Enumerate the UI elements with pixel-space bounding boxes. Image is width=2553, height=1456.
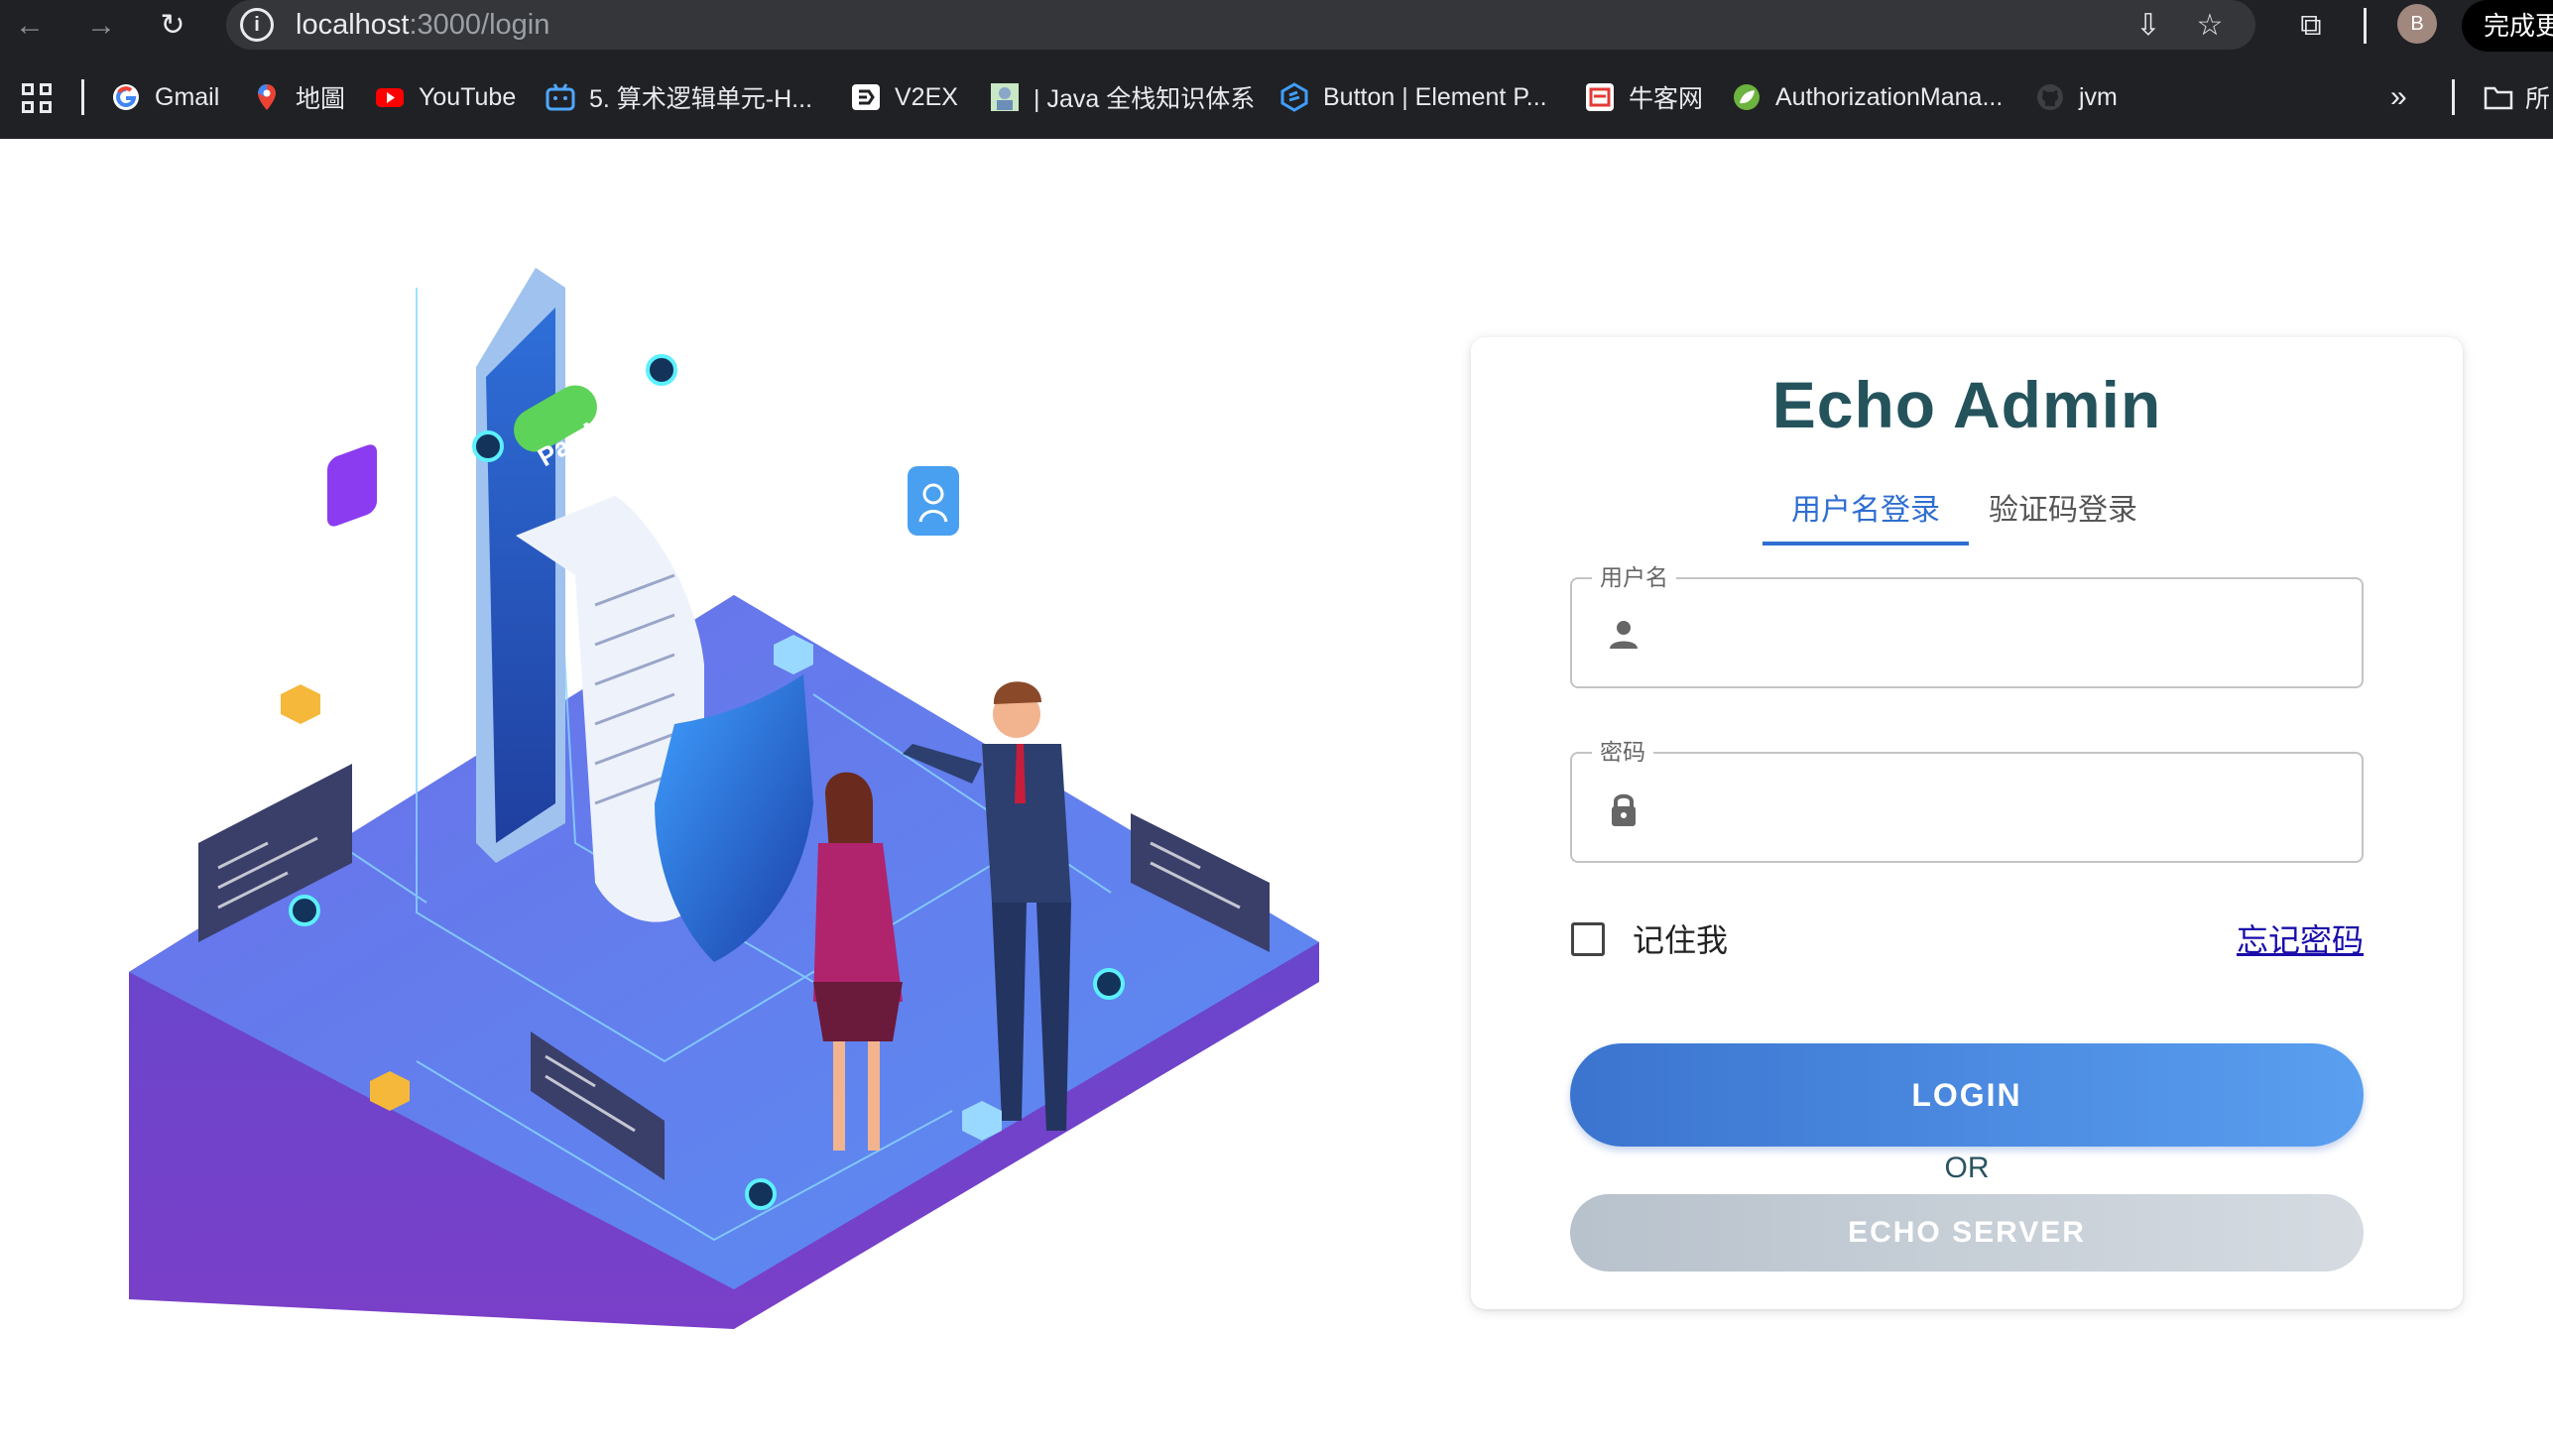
back-arrow-icon[interactable]: ← xyxy=(10,6,50,46)
google-icon xyxy=(113,84,139,110)
bookmark-label: jvm xyxy=(2079,82,2118,111)
lock-icon xyxy=(1612,793,1636,826)
bookmark-gmail[interactable]: Gmail xyxy=(111,77,219,117)
url-host: localhost xyxy=(296,9,410,41)
bookmark-label: Button | Element P... xyxy=(1323,82,1547,111)
bookmark-youtube[interactable]: YouTube xyxy=(375,77,516,117)
node-dot xyxy=(472,430,504,462)
extensions-icon[interactable]: ⧉ xyxy=(2291,6,2331,46)
bookmarks-divider xyxy=(81,79,84,115)
app-title: Echo Admin xyxy=(1771,368,2162,441)
echo-server-button[interactable]: ECHO SERVER xyxy=(1570,1194,2364,1272)
bookmark-label: YouTube xyxy=(419,82,517,111)
username-field[interactable]: 用户名 xyxy=(1570,563,2364,688)
username-label: 用户名 xyxy=(1592,563,1676,591)
login-button[interactable]: LOGIN xyxy=(1570,1043,2364,1147)
password-label: 密码 xyxy=(1592,738,1653,766)
bookmark-maps[interactable]: 地圖 xyxy=(252,77,345,117)
bookmark-java[interactable]: | Java 全栈知识体系 xyxy=(990,77,1255,117)
site-info-icon[interactable]: i xyxy=(240,8,274,42)
bookmark-label: V2EX xyxy=(895,82,958,111)
username-input[interactable] xyxy=(1661,599,2346,668)
github-icon xyxy=(2037,84,2063,110)
spring-icon xyxy=(1734,84,1760,110)
node-dot xyxy=(289,895,320,926)
bookmark-label: | Java 全栈知识体系 xyxy=(1033,85,1256,113)
url-text[interactable]: localhost:3000/login xyxy=(296,6,549,44)
forgot-password-link[interactable]: 忘记密码 xyxy=(2237,920,2364,960)
remember-me-checkbox[interactable] xyxy=(1571,922,1605,956)
bookmark-element[interactable]: Button | Element P... xyxy=(1279,77,1547,117)
tab-active-indicator xyxy=(1763,542,1969,546)
bookmark-label: AuthorizationMana... xyxy=(1775,82,2004,111)
bookmarks-folder[interactable]: 所 xyxy=(2484,79,2550,115)
v2ex-icon xyxy=(852,84,880,110)
bilibili-icon xyxy=(546,83,575,111)
tab-code-login[interactable]: 验证码登录 xyxy=(1979,476,2147,546)
password-field[interactable]: 密码 xyxy=(1570,738,2364,863)
or-divider-text: OR xyxy=(1944,1152,1990,1184)
node-dot xyxy=(1093,968,1125,1000)
security-payment-illustration: Pay Now xyxy=(129,268,1319,1329)
node-dot xyxy=(646,354,677,386)
maps-icon xyxy=(258,84,276,110)
apps-grid-icon[interactable] xyxy=(22,83,52,113)
install-app-icon[interactable]: ⇩ xyxy=(2128,6,2168,46)
bookmark-authorization[interactable]: AuthorizationMana... xyxy=(1732,77,2003,117)
bookmark-label: 牛客网 xyxy=(1629,85,1704,113)
gear-badge-icon xyxy=(327,444,377,589)
password-input[interactable] xyxy=(1661,774,2346,843)
bookmark-v2ex[interactable]: V2EX xyxy=(851,77,958,117)
folder-icon xyxy=(2484,86,2513,110)
bookmark-jvm[interactable]: jvm xyxy=(2035,77,2118,117)
bookmarks-divider xyxy=(2452,79,2455,115)
login-card: Echo Admin 用户名登录 验证码登录 用户名 密码 记住我 忘记密码 L… xyxy=(1471,337,2463,1309)
nowcoder-icon xyxy=(1586,83,1614,111)
update-button[interactable]: 完成更 xyxy=(2462,0,2553,52)
cube-icon xyxy=(281,684,320,724)
element-plus-icon xyxy=(1280,82,1308,112)
toolbar-divider xyxy=(2364,8,2367,44)
bookmark-label: 地圖 xyxy=(296,85,346,113)
browser-toolbar: ← → ↻ i localhost:3000/login ⇩ ☆ ⧉ B 完成更 xyxy=(0,0,2553,52)
chevron-double-right-icon[interactable]: » xyxy=(2390,77,2407,117)
tab-username-login[interactable]: 用户名登录 xyxy=(1763,476,1969,546)
java-doc-icon xyxy=(991,83,1019,111)
node-dot xyxy=(745,1178,777,1210)
youtube-icon xyxy=(376,88,404,107)
user-badge-icon xyxy=(908,466,959,536)
bookmarks-folder-label: 所 xyxy=(2525,85,2551,113)
person-icon xyxy=(1610,621,1638,649)
remember-me-label[interactable]: 记住我 xyxy=(1633,920,1728,960)
bookmark-label: Gmail xyxy=(155,82,220,111)
bookmark-label: 5. 算术逻辑单元-H... xyxy=(589,85,813,113)
forward-arrow-icon[interactable]: → xyxy=(81,6,121,46)
url-path: :3000/login xyxy=(409,9,550,41)
reload-icon[interactable]: ↻ xyxy=(153,6,192,46)
profile-avatar[interactable]: B xyxy=(2397,4,2437,44)
bookmark-bilibili[interactable]: 5. 算术逻辑单元-H... xyxy=(546,77,812,117)
bookmark-nowcoder[interactable]: 牛客网 xyxy=(1585,77,1703,117)
bookmark-star-icon[interactable]: ☆ xyxy=(2190,6,2230,46)
